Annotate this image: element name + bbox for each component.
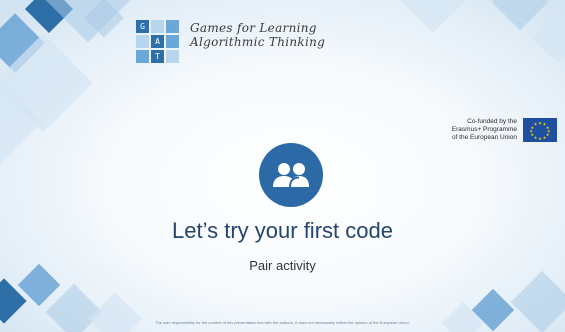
logo-tile — [151, 20, 164, 33]
eu-cofunding: Co-funded by the Erasmus+ Programme of t… — [452, 118, 557, 142]
logo-tile — [166, 20, 179, 33]
svg-text:★: ★ — [543, 135, 547, 140]
logo-tile: G — [136, 20, 149, 33]
decor-diamond — [397, 0, 469, 33]
logo-tile — [166, 35, 179, 48]
eu-line3: of the European Union — [451, 134, 517, 141]
logo-tile — [136, 50, 149, 63]
svg-text:★: ★ — [538, 121, 542, 126]
project-logo: G A T Games for Learning Algorithmic Thi… — [136, 20, 325, 63]
people-icon — [259, 143, 323, 207]
svg-text:★: ★ — [546, 132, 550, 137]
decor-diamond — [532, 12, 565, 64]
slide-subtitle: Pair activity — [249, 258, 316, 273]
eu-line2: Erasmus+ Programme — [451, 126, 517, 133]
eu-flag-icon: ★ ★ ★ ★ ★ ★ ★ ★ ★ ★ ★ ★ — [523, 118, 557, 142]
logo-title: Games for Learning Algorithmic Thinking — [190, 21, 325, 49]
logo-tile: T — [151, 50, 164, 63]
logo-tile-grid: G A T — [136, 20, 179, 63]
svg-text:★: ★ — [534, 135, 538, 140]
logo-title-line1: Games for Learning — [190, 21, 317, 35]
svg-text:★: ★ — [534, 122, 538, 127]
logo-tile: A — [151, 35, 164, 48]
decor-diamond — [491, 0, 549, 31]
footer-disclaimer: The sole responsibility for the content … — [155, 320, 410, 325]
logo-title-line2: Algorithmic Thinking — [190, 35, 326, 49]
eu-cofunding-text: Co-funded by the Erasmus+ Programme of t… — [452, 118, 517, 142]
slide: G A T Games for Learning Algorithmic Thi… — [0, 0, 565, 332]
decor-diamond — [88, 292, 142, 332]
logo-tile — [136, 35, 149, 48]
eu-line1: Co-funded by the — [467, 118, 517, 125]
slide-title: Let’s try your first code — [172, 218, 393, 243]
svg-text:★: ★ — [538, 136, 542, 141]
logo-tile — [166, 50, 179, 63]
